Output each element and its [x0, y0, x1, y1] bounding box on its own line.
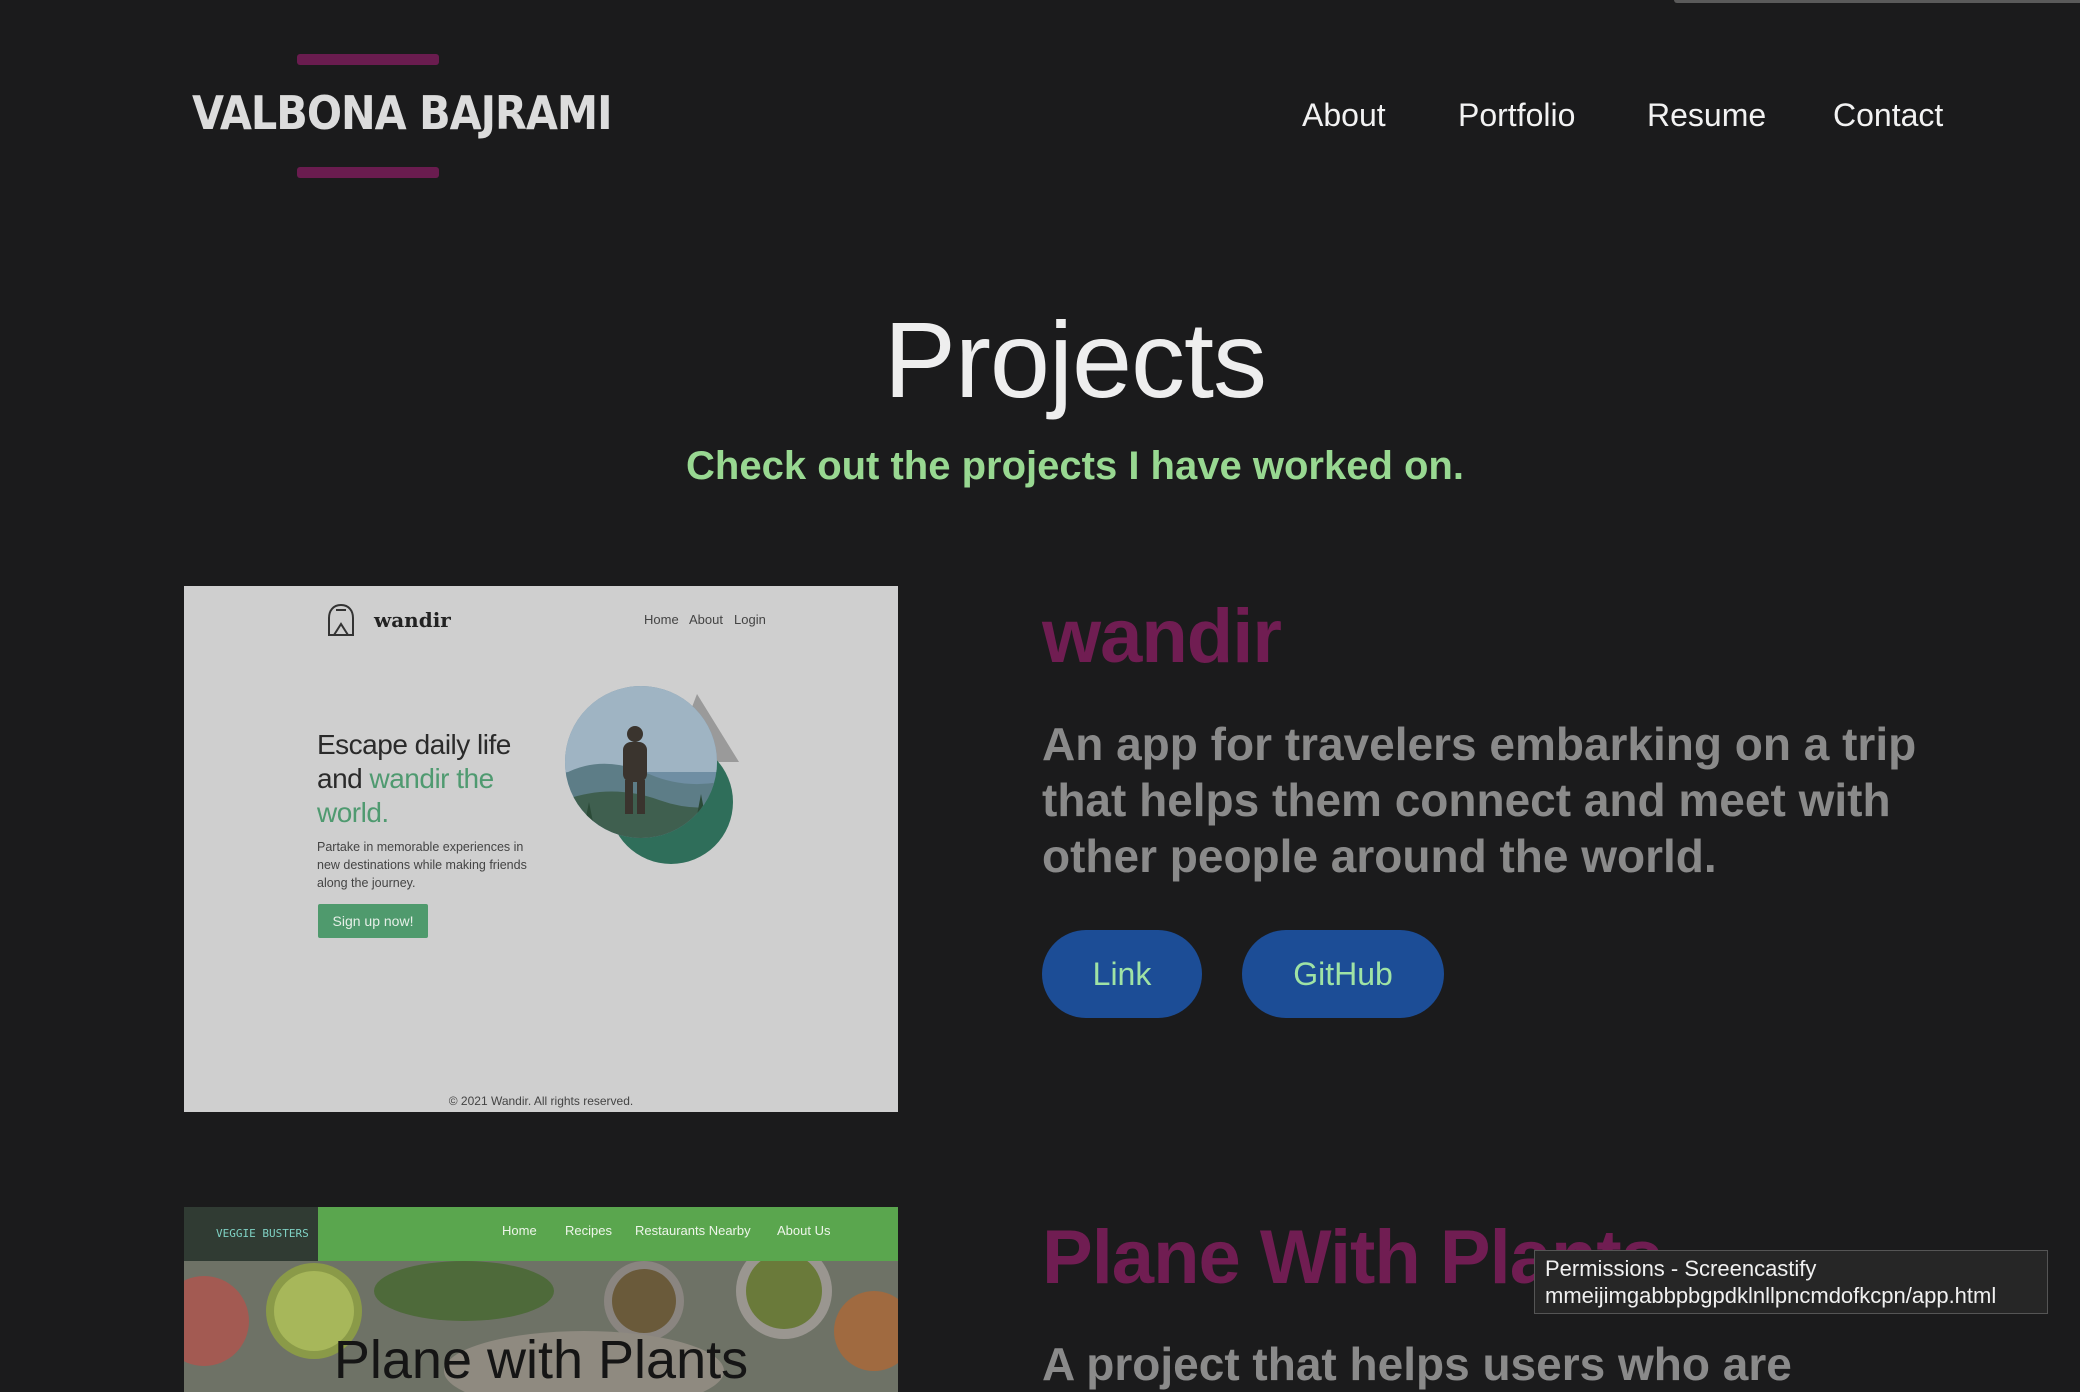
project-title-wandir: wandir: [1042, 594, 1282, 679]
nav-about[interactable]: About: [1302, 93, 1386, 137]
logo-top-bar: [297, 54, 439, 65]
project-link-button[interactable]: Link: [1042, 930, 1202, 1018]
preview-cta-button: Sign up now!: [318, 904, 428, 938]
preview-body: Partake in memorable experiences in new …: [317, 840, 527, 890]
preview-logo: VEGGIE BUSTERS: [184, 1207, 318, 1261]
tooltip-url: mmeijimgabbpbgpdklnllpncmdofkcpn/app.htm…: [1545, 1283, 1997, 1308]
logo-bottom-bar: [297, 167, 439, 178]
hiker-illustration: [565, 686, 739, 864]
preview-brand: wandir: [374, 608, 451, 632]
preview2-nav-about-us: About Us: [777, 1223, 831, 1238]
preview2-nav-restaurants: Restaurants Nearby: [635, 1223, 751, 1238]
preview-headline: Escape daily life and wandir the world.: [317, 728, 557, 830]
preview2-nav-home: Home: [502, 1223, 537, 1238]
nav-portfolio[interactable]: Portfolio: [1458, 93, 1575, 137]
preview2-nav-recipes: Recipes: [565, 1223, 612, 1238]
preview-logo-text: VEGGIE BUSTERS: [216, 1227, 309, 1240]
page-subtitle: Check out the projects I have worked on.: [686, 444, 1464, 488]
preview-footer: © 2021 Wandir. All rights reserved.: [448, 1094, 634, 1108]
preview-nav-home: Home: [644, 612, 679, 627]
project-github-button[interactable]: GitHub: [1242, 930, 1444, 1018]
tooltip-title: Permissions - Screencastify: [1545, 1256, 1817, 1281]
logo-text: VALBONA BAJRAMI: [192, 86, 613, 140]
preview-nav-login: Login: [734, 612, 766, 627]
page-title: Projects: [883, 299, 1267, 420]
preview-nav-about: About: [689, 612, 723, 627]
extension-tooltip: Permissions - Screencastify mmeijimgabbp…: [1534, 1250, 2048, 1314]
project-description-wandir: An app for travelers embarking on a trip…: [1042, 718, 1917, 882]
project-preview-wandir[interactable]: wandir Home About Login Escape daily lif…: [184, 586, 898, 1112]
nav-resume[interactable]: Resume: [1647, 93, 1766, 137]
site-logo[interactable]: VALBONA BAJRAMI: [192, 52, 613, 180]
project-preview-plane-with-plants[interactable]: VEGGIE BUSTERS Home Recipes Restaurants …: [184, 1207, 898, 1392]
backpack-icon: [328, 603, 354, 636]
window-edge: [1674, 0, 2080, 3]
nav-contact[interactable]: Contact: [1833, 93, 1943, 137]
preview2-title: Plane with Plants: [333, 1330, 749, 1390]
project-description-plane-with-plants: A project that helps users who are: [1042, 1338, 1792, 1390]
